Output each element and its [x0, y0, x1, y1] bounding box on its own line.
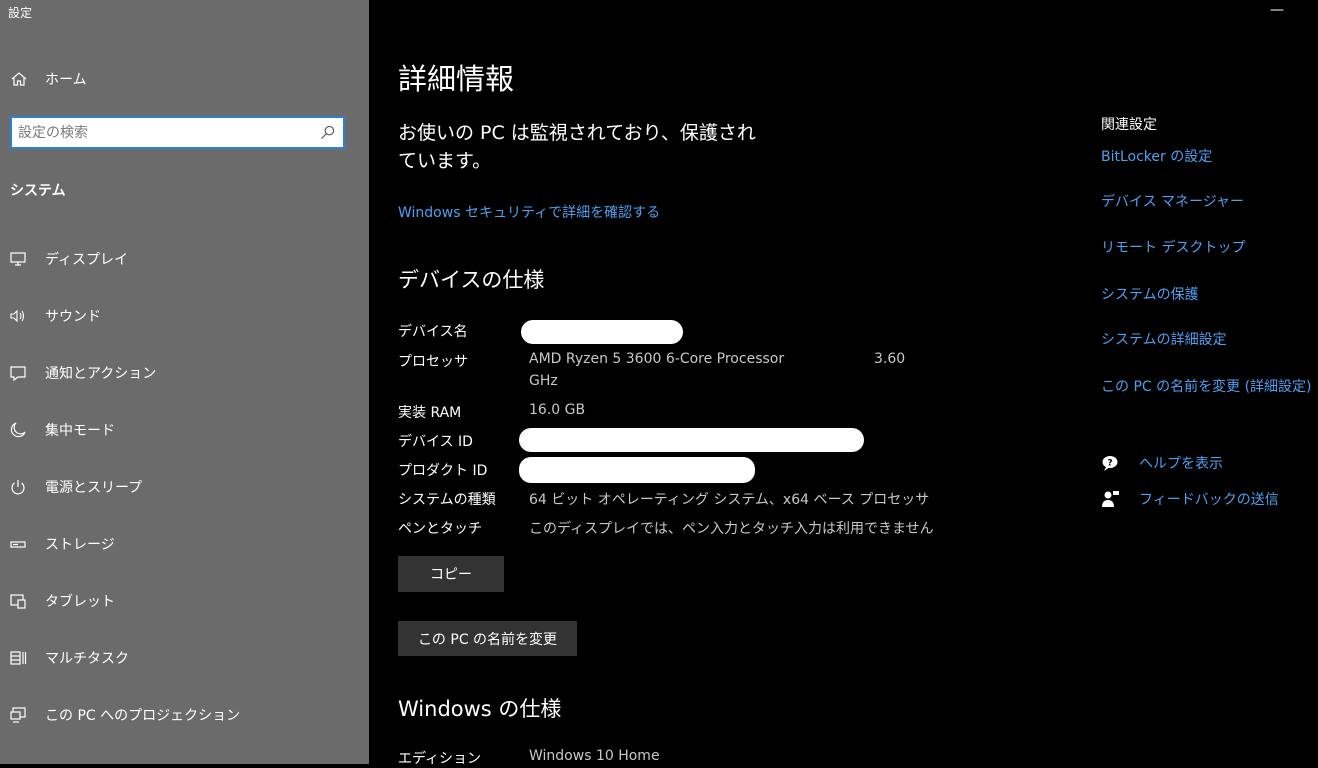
- sidebar-item-notifications[interactable]: 通知とアクション: [0, 353, 369, 393]
- product-id-label: プロダクト ID: [398, 463, 488, 479]
- security-status-text: お使いの PC は監視されており、保護され ています。: [398, 119, 818, 175]
- sidebar-item-label: この PC へのプロジェクション: [45, 708, 241, 724]
- copy-button[interactable]: コピー: [398, 556, 504, 592]
- processor-speed: 3.60: [874, 351, 906, 367]
- device-name-label: デバイス名: [398, 324, 468, 340]
- redacted-device-id: [519, 428, 864, 452]
- sidebar-item-label: ストレージ: [45, 537, 115, 553]
- processor-value: AMD Ryzen 5 3600 6-Core Processor: [529, 351, 785, 367]
- rename-pc-button[interactable]: この PC の名前を変更: [398, 621, 577, 656]
- system-type-value: 64 ビット オペレーティング システム、x64 ベース プロセッサ: [529, 492, 930, 508]
- sidebar-item-multitasking[interactable]: マルチタスク: [0, 638, 369, 678]
- search-input[interactable]: [18, 118, 308, 147]
- pen-touch-value: このディスプレイでは、ペン入力とタッチ入力は利用できません: [529, 521, 934, 537]
- notification-icon: [10, 366, 26, 382]
- processor-unit: GHz: [529, 373, 558, 389]
- windows-security-link[interactable]: Windows セキュリティで詳細を確認する: [398, 202, 660, 222]
- rename-pc-advanced-link[interactable]: この PC の名前を変更 (詳細設定): [1101, 376, 1312, 396]
- search-box[interactable]: [10, 116, 345, 149]
- storage-icon: [10, 541, 26, 548]
- moon-icon: [10, 422, 26, 438]
- sidebar-item-tablet[interactable]: タブレット: [0, 581, 369, 621]
- sidebar-item-label: 集中モード: [45, 423, 115, 439]
- sidebar-item-label: マルチタスク: [45, 651, 129, 667]
- pen-touch-label: ペンとタッチ: [398, 521, 482, 537]
- main-content: — 詳細情報 お使いの PC は監視されており、保護され ています。 Windo…: [369, 0, 1318, 767]
- home-label: ホーム: [45, 72, 87, 88]
- system-protection-link[interactable]: システムの保護: [1101, 284, 1199, 304]
- advanced-system-settings-link[interactable]: システムの詳細設定: [1101, 329, 1227, 349]
- edition-value: Windows 10 Home: [529, 748, 660, 764]
- projection-icon: [10, 707, 26, 723]
- system-type-label: システムの種類: [398, 492, 496, 508]
- section-label: システム: [10, 183, 66, 199]
- remote-desktop-link[interactable]: リモート デスクトップ: [1101, 237, 1245, 257]
- home-icon: [11, 72, 27, 86]
- sidebar-item-display[interactable]: ディスプレイ: [0, 239, 369, 279]
- app-title: 設定: [8, 6, 33, 20]
- sidebar-item-label: 通知とアクション: [45, 366, 157, 382]
- home-nav-item[interactable]: ホーム: [0, 62, 369, 96]
- display-icon: [10, 252, 26, 266]
- speaker-icon: [10, 309, 25, 323]
- windows-spec-heading: Windows の仕様: [398, 697, 562, 721]
- processor-label: プロセッサ: [398, 354, 468, 370]
- ram-label: 実装 RAM: [398, 405, 462, 421]
- svg-text:?: ?: [1107, 459, 1112, 469]
- status-line: お使いの PC は監視されており、保護され: [398, 122, 756, 144]
- help-chat-icon: ?: [1102, 456, 1118, 471]
- multitask-icon: [10, 651, 27, 665]
- device-id-label: デバイス ID: [398, 434, 473, 450]
- sidebar-item-power[interactable]: 電源とスリープ: [0, 467, 369, 507]
- sidebar-item-label: 電源とスリープ: [45, 480, 143, 496]
- device-spec-heading: デバイスの仕様: [398, 268, 545, 292]
- power-icon: [11, 480, 25, 495]
- sidebar-item-projection[interactable]: この PC へのプロジェクション: [0, 695, 369, 735]
- related-settings-heading: 関連設定: [1101, 117, 1157, 133]
- page-title: 詳細情報: [398, 62, 515, 96]
- sidebar-item-storage[interactable]: ストレージ: [0, 524, 369, 564]
- redacted-product-id: [519, 457, 755, 483]
- ram-value: 16.0 GB: [529, 402, 586, 418]
- bitlocker-settings-link[interactable]: BitLocker の設定: [1101, 146, 1212, 166]
- sidebar-item-sound[interactable]: サウンド: [0, 296, 369, 336]
- status-line: ています。: [398, 150, 492, 172]
- feedback-row[interactable]: フィードバックの送信: [1101, 489, 1279, 509]
- edition-label: エディション: [398, 751, 482, 767]
- feedback-label: フィードバックの送信: [1139, 492, 1279, 508]
- sidebar-item-label: タブレット: [45, 594, 115, 610]
- minimize-button[interactable]: —: [1270, 2, 1284, 18]
- redacted-device-name: [521, 320, 683, 344]
- feedback-icon: [1102, 491, 1119, 507]
- sidebar-item-label: サウンド: [45, 309, 101, 325]
- sidebar-item-label: ディスプレイ: [45, 252, 129, 268]
- sidebar: 設定 ホーム システム ディスプレイ サウンド 通知とアクション: [0, 0, 369, 764]
- search-icon[interactable]: [320, 125, 335, 140]
- tablet-icon: [10, 594, 26, 609]
- get-help-label: ヘルプを表示: [1139, 456, 1223, 472]
- sidebar-item-focus-assist[interactable]: 集中モード: [0, 410, 369, 450]
- get-help-row[interactable]: ? ヘルプを表示: [1101, 453, 1223, 473]
- device-manager-link[interactable]: デバイス マネージャー: [1101, 191, 1244, 211]
